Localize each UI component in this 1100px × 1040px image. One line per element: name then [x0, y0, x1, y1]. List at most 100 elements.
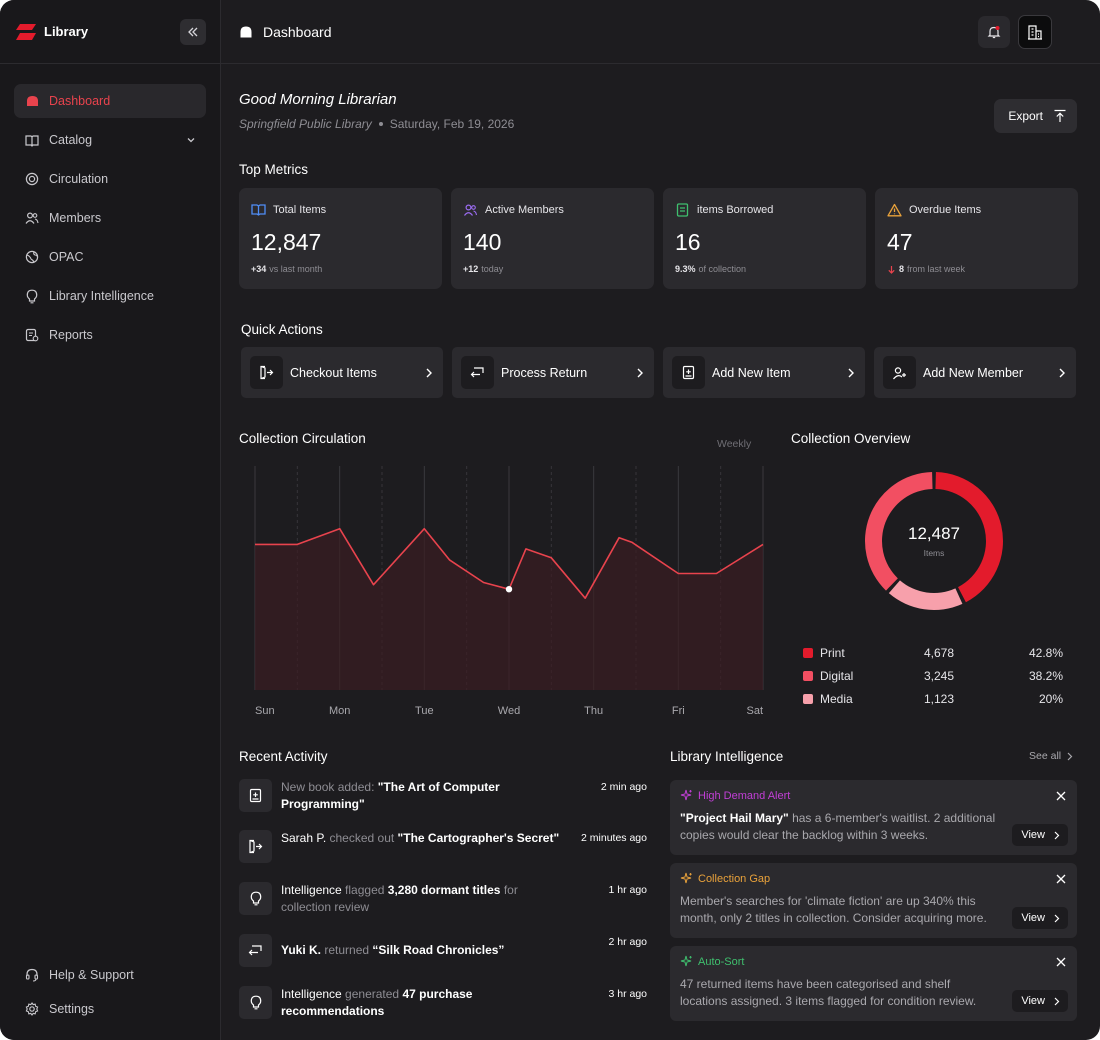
legend-name: Digital [820, 668, 854, 683]
legend-count: 3,245 [924, 668, 955, 683]
greeting-title: Good Morning Librarian [239, 91, 397, 108]
chevron-right-icon [637, 368, 643, 377]
close-icon[interactable] [1055, 956, 1067, 968]
add-user-icon [883, 356, 916, 389]
metric-label: Active Members [485, 203, 564, 216]
warning-icon [887, 202, 902, 217]
recent-activity-title: Recent Activity [239, 749, 328, 764]
sidebar-item-label: OPAC [49, 250, 84, 264]
metric-note: of collection [698, 264, 747, 274]
metric-card-total-items[interactable]: Total Items 12,847 +34 vs last month [239, 188, 442, 289]
metric-card-overdue-items[interactable]: Overdue Items 47 8 from last week [875, 188, 1078, 289]
activity-item[interactable]: Intelligence generated 47 purchase recom… [239, 986, 647, 1038]
card-tag: High Demand Alert [698, 789, 791, 802]
sidebar-item-label: Catalog [49, 133, 93, 147]
activity-list: New book added: "The Art of Computer Pro… [239, 779, 647, 1038]
view-button[interactable]: View [1012, 990, 1068, 1012]
export-label: Export [1008, 109, 1043, 123]
metric-card-items-borrowed[interactable]: items Borrowed 16 9.3% of collection [663, 188, 866, 289]
view-label: View [1021, 995, 1045, 1007]
sidebar-item-circulation[interactable]: Circulation [14, 162, 206, 196]
close-icon[interactable] [1055, 790, 1067, 802]
metric-delta: +12 [463, 264, 479, 274]
x-tick-label: Mon [329, 705, 350, 717]
chevron-right-icon [1054, 831, 1060, 839]
add-book-icon [672, 356, 705, 389]
overview-legend: Print 4,678 42.8% Digital 3,245 38.2% Me… [803, 641, 1063, 710]
activity-text: Yuki K. returned “Silk Road Chronicles” [281, 943, 505, 957]
chevron-right-icon [426, 368, 432, 377]
metrics-row: Total Items 12,847 +34 vs last month Acti… [239, 188, 1078, 289]
sidebar-item-help-support[interactable]: Help & Support [14, 958, 206, 992]
quick-action-label: Add New Item [712, 365, 791, 380]
headset-icon [24, 967, 40, 983]
main-content: Dashboard Good Morning Librarian Springf… [221, 0, 1100, 1040]
metric-value: 140 [463, 229, 502, 255]
view-button[interactable]: View [1012, 824, 1068, 846]
close-icon[interactable] [1055, 873, 1067, 885]
arrow-down-icon [888, 265, 895, 274]
legend-name: Media [820, 691, 853, 706]
collapse-sidebar-button[interactable] [180, 18, 206, 45]
metric-value: 12,847 [251, 229, 322, 255]
process-return-button[interactable]: Process Return [452, 347, 654, 398]
activity-item[interactable]: Yuki K. returned “Silk Road Chronicles” … [239, 934, 647, 986]
x-tick-label: Sat [746, 705, 763, 717]
export-button[interactable]: Export [994, 99, 1077, 133]
home-icon [240, 26, 252, 37]
sidebar-item-opac[interactable]: OPAC [14, 240, 206, 274]
view-button[interactable]: View [1012, 907, 1068, 929]
users-icon [24, 210, 40, 226]
logo-icon [16, 23, 36, 40]
chevron-right-icon [1059, 368, 1065, 377]
metric-card-active-members[interactable]: Active Members 140 +12 today [451, 188, 654, 289]
x-tick-label: Thu [584, 705, 603, 717]
intelligence-cards: High Demand Alert "Project Hail Mary" ha… [670, 780, 1077, 1029]
legend-row-print: Print 4,678 42.8% [803, 641, 1063, 664]
x-tick-label: Wed [498, 705, 520, 717]
activity-item[interactable]: Intelligence flagged 3,280 dormant title… [239, 882, 647, 934]
sidebar-item-label: Library Intelligence [49, 289, 154, 303]
metric-delta: +34 [251, 264, 267, 274]
lightbulb-icon [24, 288, 40, 304]
overview-title: Collection Overview [791, 431, 911, 446]
lightbulb-icon [239, 986, 272, 1019]
card-tag: Auto-Sort [698, 955, 745, 968]
sidebar-item-library-intelligence[interactable]: Library Intelligence [14, 279, 206, 313]
add-new-member-button[interactable]: Add New Member [874, 347, 1076, 398]
users-icon [463, 202, 478, 217]
add-new-item-button[interactable]: Add New Item [663, 347, 865, 398]
legend-row-digital: Digital 3,245 38.2% [803, 664, 1063, 687]
circulation-period[interactable]: Weekly [717, 438, 751, 450]
return-icon [461, 356, 494, 389]
legend-percent: 20% [1038, 691, 1063, 706]
chevron-right-icon [1054, 997, 1060, 1005]
report-icon [24, 327, 40, 343]
sparkle-icon [680, 872, 692, 884]
current-date: Saturday, Feb 19, 2026 [389, 117, 515, 131]
gear-icon [24, 1001, 40, 1017]
sidebar-item-dashboard[interactable]: Dashboard [14, 84, 206, 118]
activity-item[interactable]: Sarah P. checked out "The Cartographer's… [239, 830, 647, 882]
globe-icon [24, 249, 40, 265]
sidebar-item-catalog[interactable]: Catalog [14, 123, 206, 157]
notifications-button[interactable] [978, 15, 1010, 48]
sidebar-item-label: Members [49, 211, 102, 225]
activity-time: 2 hr ago [608, 936, 647, 948]
donut-total: 12,487 [908, 524, 960, 543]
library-switcher-button[interactable] [1018, 14, 1052, 49]
sidebar-item-reports[interactable]: Reports [14, 318, 206, 352]
sidebar-item-settings[interactable]: Settings [14, 992, 206, 1026]
quick-action-label: Process Return [501, 365, 588, 380]
activity-item[interactable]: New book added: "The Art of Computer Pro… [239, 779, 647, 830]
checkout-items-button[interactable]: Checkout Items [241, 347, 443, 398]
checkout-icon [239, 830, 272, 863]
activity-text: Intelligence flagged 3,280 dormant title… [281, 883, 518, 914]
sidebar-item-members[interactable]: Members [14, 201, 206, 235]
see-all-link[interactable]: See all [1029, 750, 1073, 762]
building-icon [1028, 24, 1042, 40]
metric-label: Overdue Items [909, 203, 982, 216]
top-bar: Dashboard [221, 0, 1100, 64]
legend-percent: 38.2% [1028, 668, 1063, 683]
app-window: Library Dashboard Catalog Circulation Me [0, 0, 1100, 1040]
